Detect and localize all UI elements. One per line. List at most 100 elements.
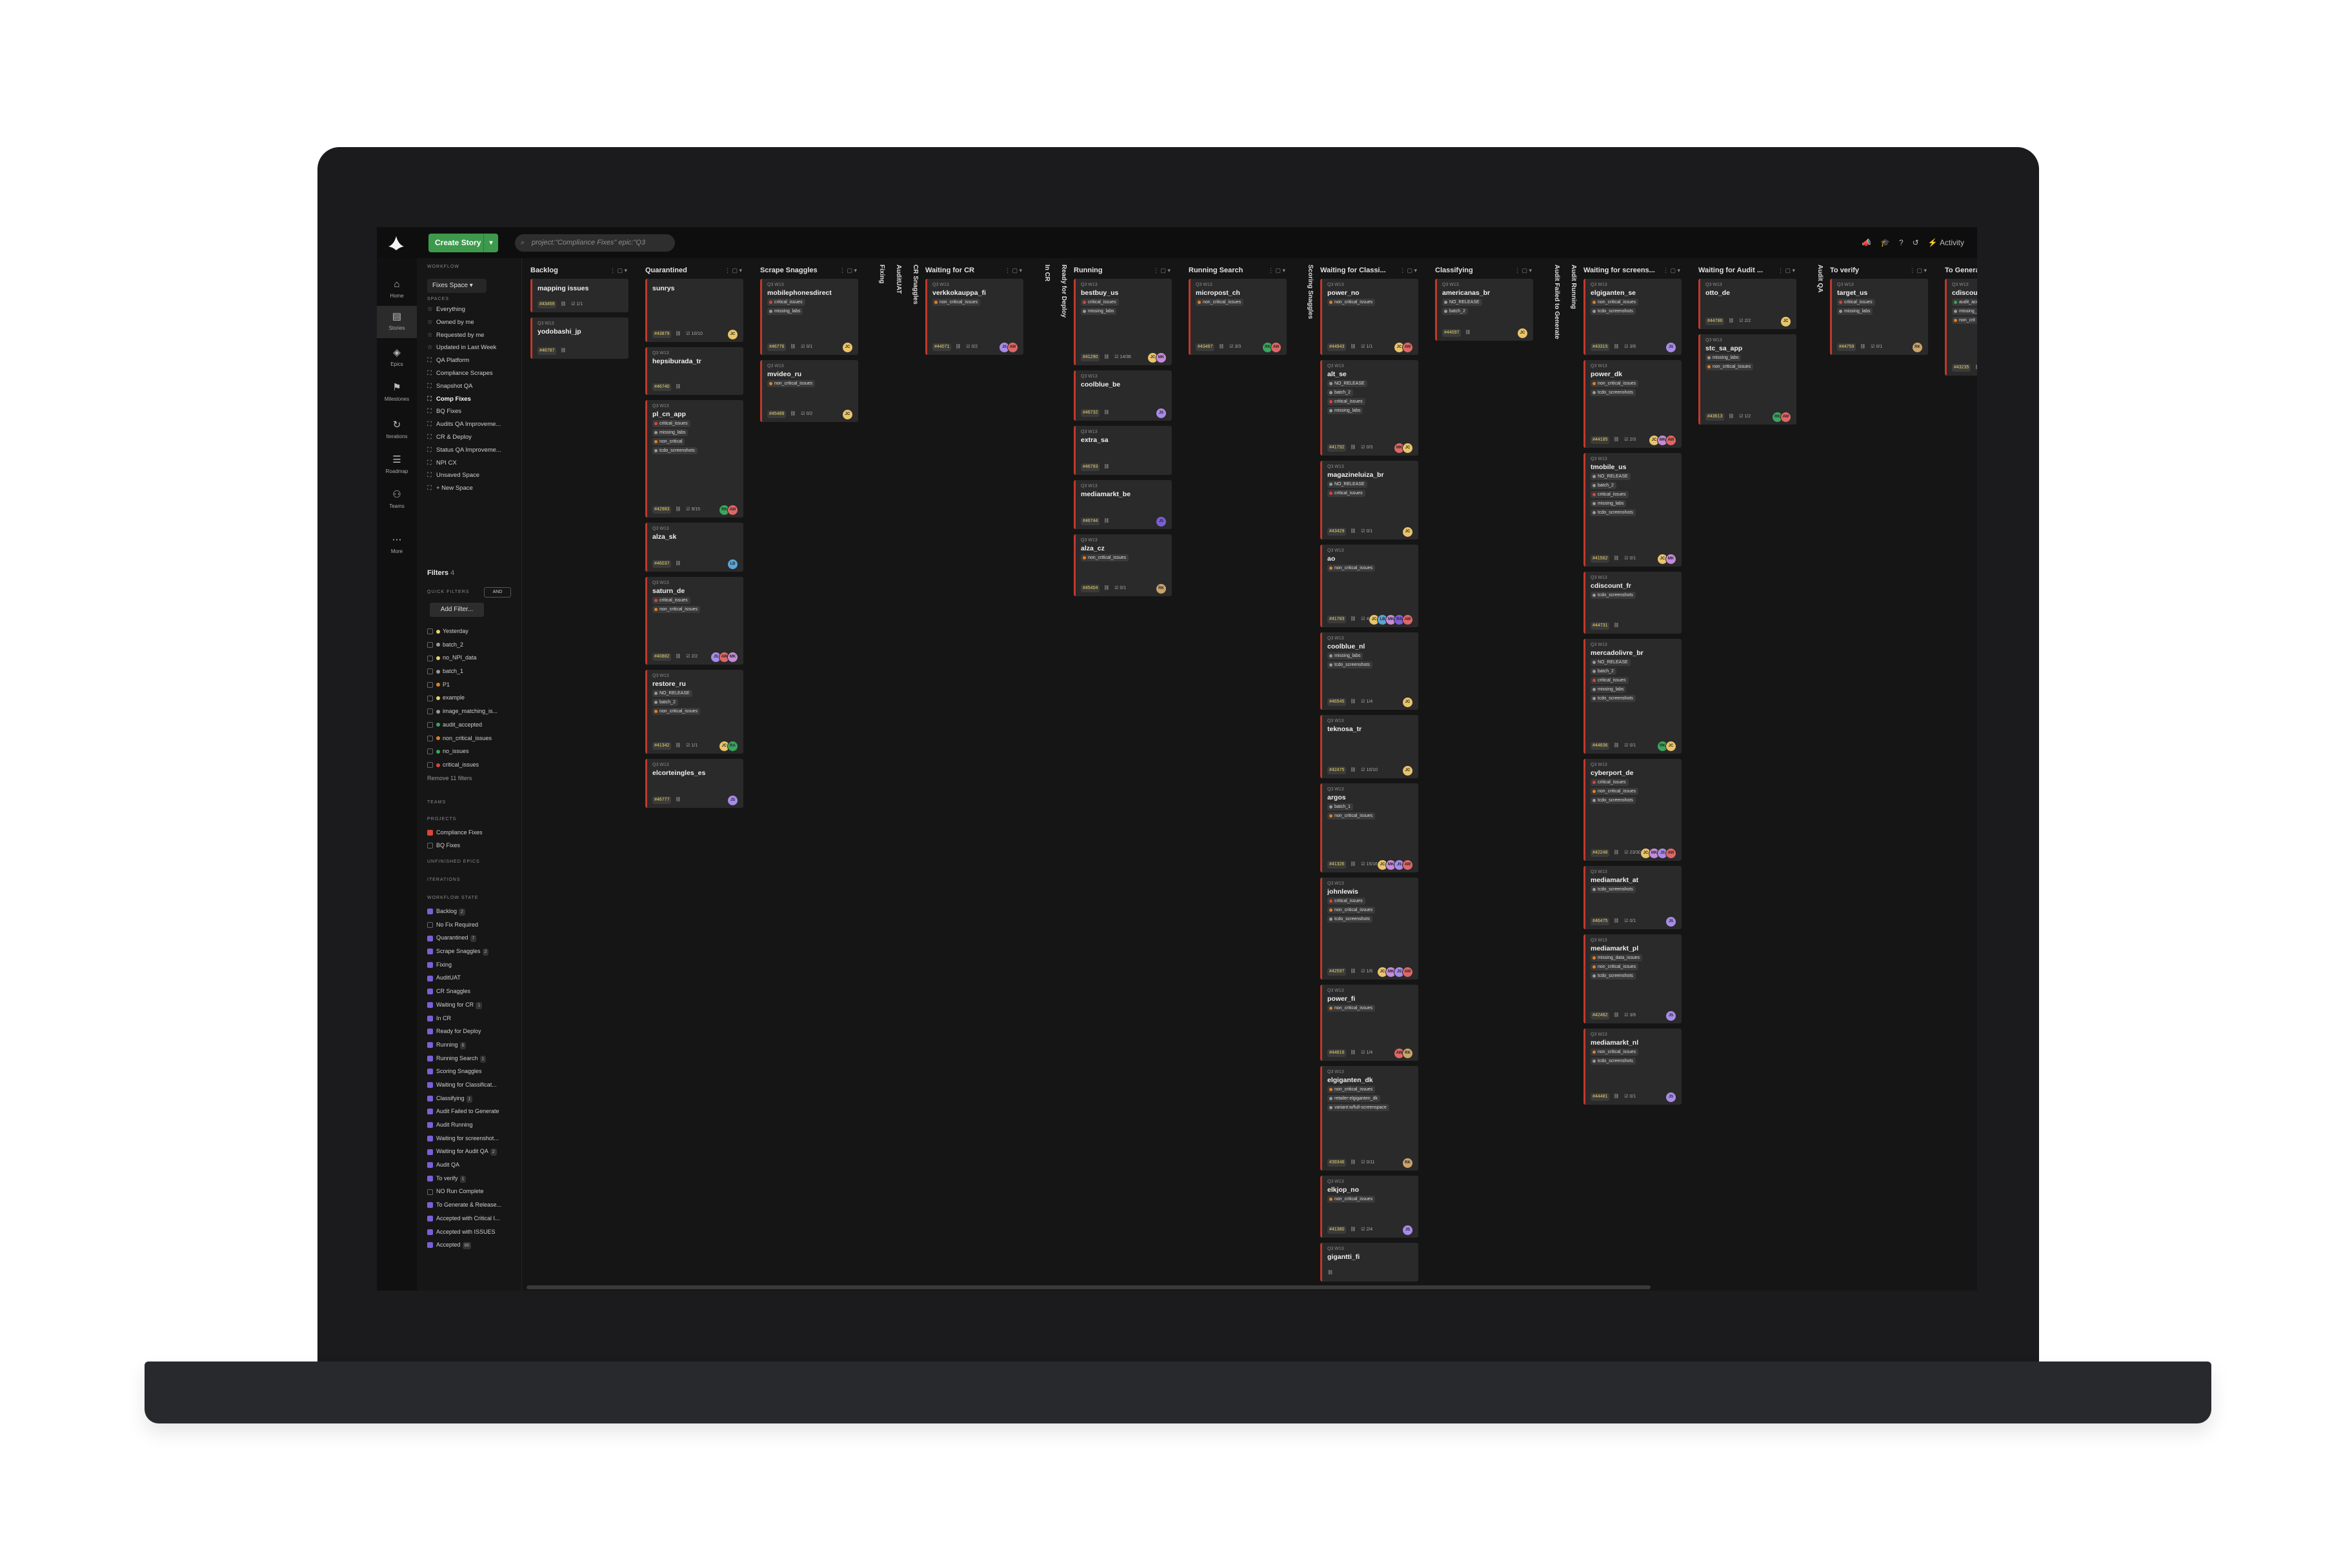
checkbox[interactable] (427, 909, 433, 915)
owner-avatar[interactable]: RK (1912, 342, 1923, 353)
card-label[interactable]: non_critical_issues (1327, 907, 1376, 914)
space-item[interactable]: ⛶ + New Space (427, 482, 518, 495)
card-label[interactable]: non_critical_issues (652, 606, 701, 613)
story-id[interactable]: #43429 (1327, 528, 1347, 536)
story-id[interactable]: #44481 (1591, 1093, 1610, 1101)
story-id[interactable]: #40882 (652, 653, 672, 661)
space-item[interactable]: ⛶ Status QA Improveme... (427, 444, 518, 457)
story-id[interactable]: #41783 (1327, 616, 1347, 623)
checkbox[interactable] (427, 1001, 433, 1008)
workflow-state-item[interactable]: Backlog 2 (427, 905, 521, 918)
workflow-state-item[interactable]: Accepted with ISSUES (427, 1225, 521, 1239)
story-card[interactable]: Q3 W13 tmobile_us NO_RELEASE batch_2 critica… (1583, 453, 1682, 567)
column-header[interactable]: Quarantined ⋮ ▢ ▾ (645, 263, 743, 277)
space-item[interactable]: ⛶ Compliance Scrapes (427, 367, 518, 380)
nav-item-stories[interactable]: ▤ Stories (377, 306, 417, 338)
workflow-state-item[interactable]: Audit QA (427, 1158, 521, 1172)
card-label[interactable]: tcdo_screenshots (1591, 695, 1636, 702)
workflow-select[interactable]: Fixes Space ▾ (427, 279, 487, 293)
story-card[interactable]: Q3 W13 restore_ru NO_RELEASE batch_2 non_cri… (645, 670, 743, 754)
story-id[interactable]: #42983 (652, 506, 672, 514)
unfinished-epics-label[interactable]: UNFINISHED EPICS (427, 859, 480, 864)
story-id[interactable]: #46793 (1081, 463, 1100, 471)
checkbox[interactable] (427, 1175, 433, 1181)
workflow-state-item[interactable]: Ready for Deploy (427, 1025, 521, 1038)
checkbox[interactable] (427, 735, 433, 741)
card-label[interactable]: critical_issues (1591, 491, 1629, 498)
workflow-state-item[interactable]: Running Search 1 (427, 1052, 521, 1065)
card-label[interactable]: NO_RELEASE (652, 690, 692, 697)
story-id[interactable]: #41326 (1327, 861, 1347, 869)
checkbox[interactable] (427, 762, 433, 768)
card-label[interactable]: non_critical_issues (1705, 363, 1754, 370)
story-card[interactable]: Q3 W13 alt_se NO_RELEASE batch_2 critical_is… (1320, 360, 1418, 456)
checkbox[interactable] (427, 695, 433, 701)
column-header[interactable]: To verify ⋮ ▢ ▾ (1830, 263, 1928, 277)
vertical-column[interactable]: AuditUAT (892, 263, 906, 779)
card-label[interactable]: non_critical_issues (1591, 380, 1639, 387)
owner-avatar[interactable]: JC (727, 329, 738, 340)
card-label[interactable]: tcdo_screenshots (1591, 886, 1636, 893)
card-label[interactable]: audit_acc (1952, 299, 1977, 306)
story-id[interactable]: #46740 (652, 383, 672, 391)
owner-avatar[interactable]: JC (1402, 527, 1413, 538)
space-item[interactable]: ⛶ Audits QA Improveme... (427, 418, 518, 431)
story-id[interactable]: #46732 (1081, 409, 1100, 417)
story-id[interactable]: #44616 (1327, 1049, 1347, 1057)
owner-avatar[interactable]: AW (1665, 848, 1676, 859)
card-label[interactable]: critical_issues (1837, 299, 1875, 306)
checkbox[interactable] (427, 681, 433, 688)
card-label[interactable]: tcdo_screenshots (1327, 661, 1372, 668)
nav-item-teams[interactable]: ⚇ Teams (377, 484, 417, 516)
story-id[interactable]: #44943 (1327, 343, 1347, 351)
column-header[interactable]: Running ⋮ ▢ ▾ (1074, 263, 1172, 277)
card-label[interactable]: tcdo_screenshots (1327, 916, 1372, 923)
story-card[interactable]: Q3 W13 mobilephonesdirect critical_issues m… (760, 279, 858, 355)
card-label[interactable]: tcdo_screenshots (1591, 1058, 1636, 1065)
checkbox[interactable] (427, 1215, 433, 1221)
label-filter-item[interactable]: no_NPI_data (427, 651, 518, 665)
card-label[interactable]: critical_issues (1327, 398, 1365, 405)
label-filter-item[interactable]: image_matching_is... (427, 705, 518, 718)
story-card[interactable]: Q3 W13 power_dk non_critical_issues tcdo_sc… (1583, 360, 1682, 448)
column-menu-icon[interactable]: ⋮ ▢ ▾ (1400, 263, 1417, 277)
nav-item-iterations[interactable]: ↻ Iterations (377, 414, 417, 447)
checkbox[interactable] (427, 1082, 433, 1089)
nav-item-epics[interactable]: ◈ Epics (377, 342, 417, 374)
owner-avatar[interactable]: AW (1780, 412, 1791, 423)
story-card[interactable]: Q3 W13 mediamarkt_pl missing_data_issues no… (1583, 934, 1682, 1023)
story-card[interactable]: Q3 W13 magazineluiza_br NO_RELEASE critical… (1320, 461, 1418, 539)
owner-avatar[interactable]: JC (1402, 697, 1413, 708)
story-card[interactable]: Q3 W13 pl_cn_app critical_issues missing_la… (645, 400, 743, 518)
card-label[interactable]: non_critical_issues (1591, 963, 1639, 970)
owner-avatar[interactable]: RK (1402, 1048, 1413, 1059)
checkbox[interactable] (427, 1029, 433, 1035)
checkbox[interactable] (427, 1095, 433, 1101)
story-card[interactable]: Q3 W13 bestbuy_us critical_issues missing_l… (1074, 279, 1172, 365)
column-header[interactable]: Classifying ⋮ ▢ ▾ (1435, 263, 1533, 277)
checkbox[interactable] (427, 1229, 433, 1235)
card-label[interactable]: missing_labs (1591, 686, 1627, 693)
card-label[interactable]: critical_issues (767, 299, 805, 306)
story-id[interactable]: #43315 (1591, 343, 1610, 351)
checkbox[interactable] (427, 921, 433, 928)
space-item[interactable]: ☆ Owned by me (427, 316, 518, 329)
story-id[interactable]: #41562 (1591, 555, 1610, 563)
card-label[interactable]: batch_2 (1327, 389, 1353, 396)
workflow-state-item[interactable]: AuditUAT (427, 971, 521, 985)
story-id[interactable]: #44071 (932, 343, 952, 351)
label-filter-item[interactable]: audit_accepted (427, 718, 518, 732)
owner-avatar[interactable]: MK (1665, 554, 1676, 565)
checkbox[interactable] (427, 949, 433, 955)
story-card[interactable]: Q3 W13 saturn_de critical_issues non_critic… (645, 577, 743, 665)
column-header[interactable]: Waiting for screens... ⋮ ▢ ▾ (1583, 263, 1682, 277)
vertical-column[interactable]: Audit QA (1813, 263, 1827, 779)
megaphone-icon[interactable]: 📣 (1862, 238, 1871, 247)
workflow-state-item[interactable]: No Fix Required (427, 918, 521, 932)
card-label[interactable]: critical_issues (1591, 677, 1629, 684)
card-label[interactable]: tcdo_screenshots (652, 447, 698, 454)
story-id[interactable]: #44185 (1591, 436, 1610, 444)
nav-item-home[interactable]: ⌂ Home (377, 274, 417, 306)
card-label[interactable]: non_critical_issues (1327, 812, 1376, 819)
card-label[interactable]: missing_labs (1327, 407, 1363, 414)
